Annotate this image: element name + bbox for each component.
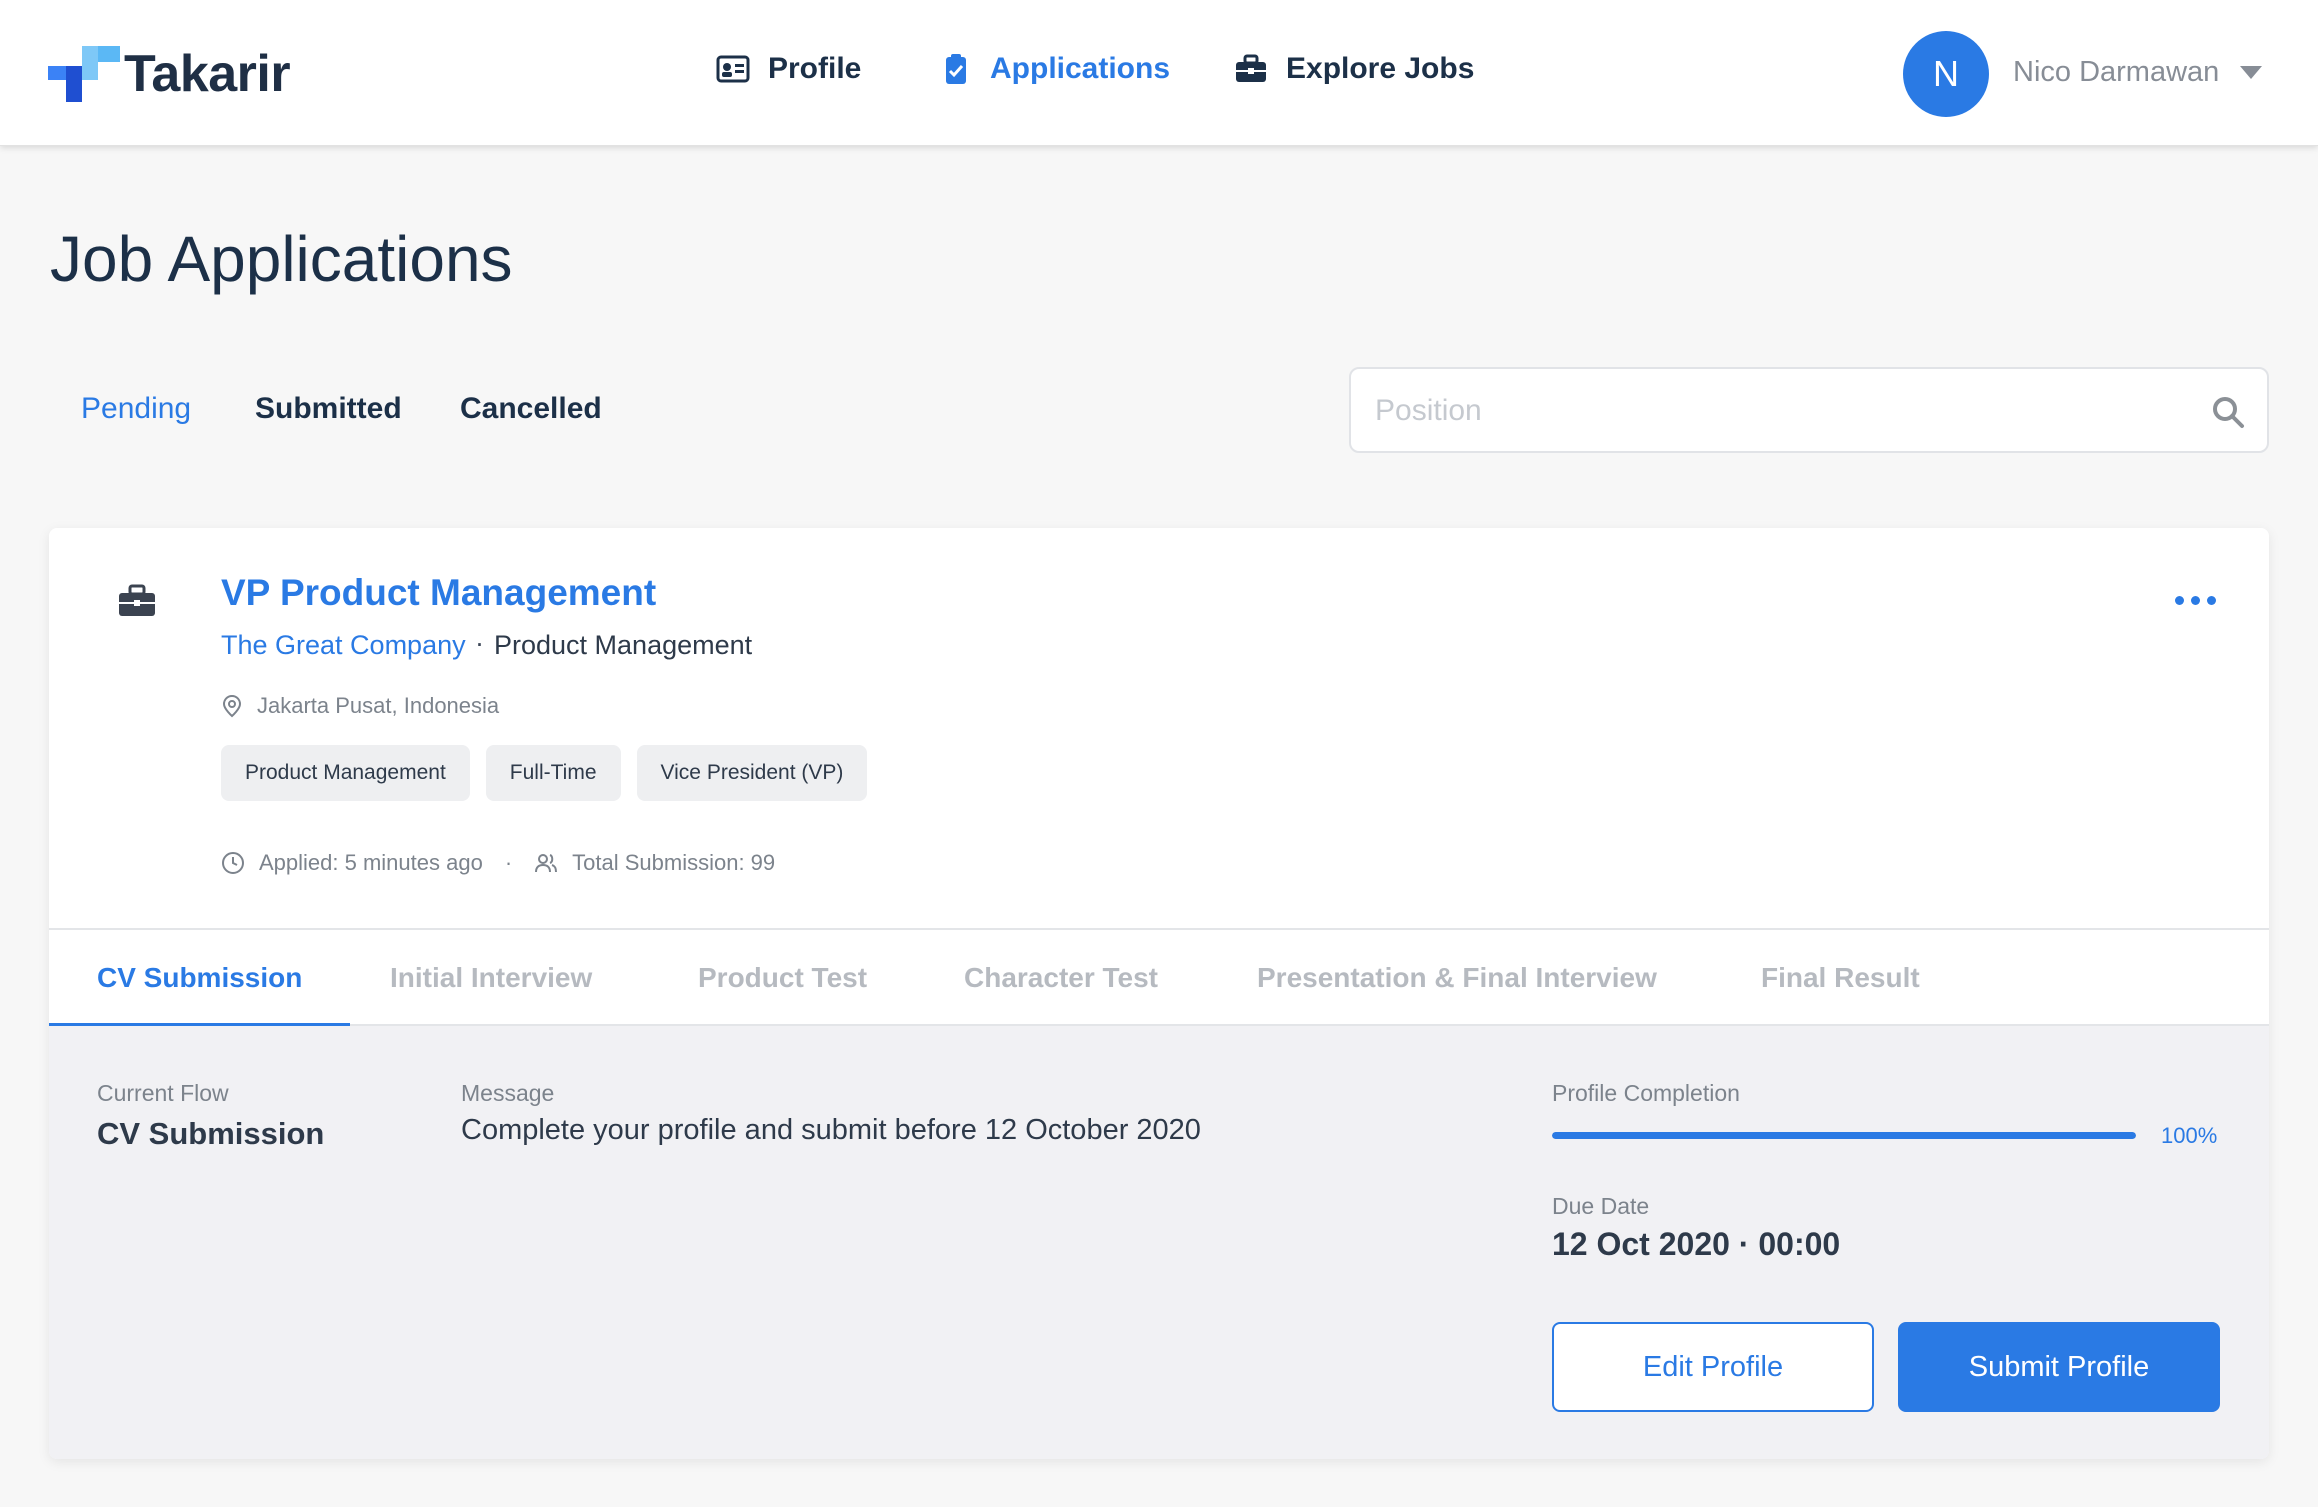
clipboard-check-icon — [946, 54, 966, 84]
briefcase-icon — [1236, 54, 1266, 82]
tab-pending[interactable]: Pending — [81, 392, 191, 426]
brand-name: Takarir — [124, 45, 291, 103]
tab-cancelled[interactable]: Cancelled — [460, 392, 602, 426]
nav-explore-jobs-label: Explore Jobs — [1286, 52, 1475, 85]
avatar[interactable]: N — [1903, 31, 1989, 117]
job-title[interactable]: VP Product Management — [221, 572, 656, 614]
top-navbar: Takarir Profile Applications Explore Job… — [0, 0, 2318, 146]
clock-icon — [222, 852, 244, 874]
stage-tab-product-test[interactable]: Product Test — [698, 930, 867, 1026]
brand-logo[interactable]: Takarir — [48, 44, 291, 104]
stage-tab-presentation-final-interview[interactable]: Presentation & Final Interview — [1257, 930, 1657, 1026]
job-location: Jakarta Pusat, Indonesia — [221, 693, 499, 719]
current-flow-value: CV Submission — [97, 1116, 325, 1151]
tag: Full-Time — [485, 745, 621, 801]
nav-profile[interactable]: Profile — [716, 52, 861, 86]
separator-dot: · — [475, 628, 484, 658]
profile-completion-bar — [1552, 1132, 2136, 1139]
users-icon — [535, 854, 558, 873]
stage-tabs: CV Submission Initial Interview Product … — [49, 928, 2269, 1028]
stage-tab-initial-interview[interactable]: Initial Interview — [390, 930, 592, 1026]
profile-completion-label: Profile Completion — [1552, 1080, 1740, 1106]
profile-completion-fill — [1552, 1132, 2136, 1139]
applied-time: Applied: 5 minutes ago — [259, 850, 483, 875]
nav-profile-label: Profile — [768, 52, 862, 85]
nav-applications[interactable]: Applications — [938, 52, 1170, 86]
briefcase-icon — [119, 584, 155, 616]
nav-applications-label: Applications — [990, 52, 1171, 85]
total-submission: Total Submission: 99 — [572, 850, 776, 875]
profile-completion-value: 100% — [2161, 1123, 2218, 1148]
takarir-logo-icon — [48, 46, 120, 102]
location-text: Jakarta Pusat, Indonesia — [257, 693, 500, 718]
application-meta: Applied: 5 minutes ago · Total Submissio… — [221, 850, 775, 876]
separator-dot: · — [504, 850, 513, 875]
message-value: Complete your profile and submit before … — [461, 1114, 1201, 1146]
stage-tab-cv-submission[interactable]: CV Submission — [49, 930, 351, 1028]
chevron-down-icon[interactable] — [2240, 66, 2262, 80]
search-icon[interactable] — [2211, 395, 2245, 429]
nav-explore-jobs[interactable]: Explore Jobs — [1234, 52, 1474, 86]
tag: Vice President (VP) — [636, 745, 868, 801]
current-flow-label: Current Flow — [97, 1080, 229, 1106]
more-options-icon[interactable] — [2175, 596, 2217, 608]
company-link[interactable]: The Great Company — [221, 630, 466, 661]
edit-profile-button[interactable]: Edit Profile — [1552, 1322, 1874, 1412]
user-name[interactable]: Nico Darmawan — [2013, 56, 2219, 89]
submit-profile-button[interactable]: Submit Profile — [1898, 1322, 2220, 1412]
map-pin-icon — [222, 694, 242, 718]
stage-tab-final-result[interactable]: Final Result — [1761, 930, 1920, 1026]
tab-submitted[interactable]: Submitted — [255, 392, 402, 426]
due-date-value: 12 Oct 2020 · 00:00 — [1552, 1226, 1841, 1262]
due-date-label: Due Date — [1552, 1193, 1650, 1219]
search-input[interactable] — [1375, 387, 2155, 435]
search-box — [1349, 367, 2269, 453]
message-label: Message — [461, 1080, 555, 1106]
job-tags: Product Management Full-Time Vice Presid… — [221, 745, 868, 801]
tag: Product Management — [221, 745, 470, 801]
page-title: Job Applications — [50, 223, 513, 295]
stage-details-panel: Current Flow CV Submission Message Compl… — [49, 1026, 2269, 1459]
id-card-icon — [716, 55, 750, 83]
department: Product Management — [494, 630, 753, 660]
job-application-card: VP Product Management The Great Company … — [49, 528, 2269, 1459]
stage-tab-character-test[interactable]: Character Test — [964, 930, 1158, 1026]
